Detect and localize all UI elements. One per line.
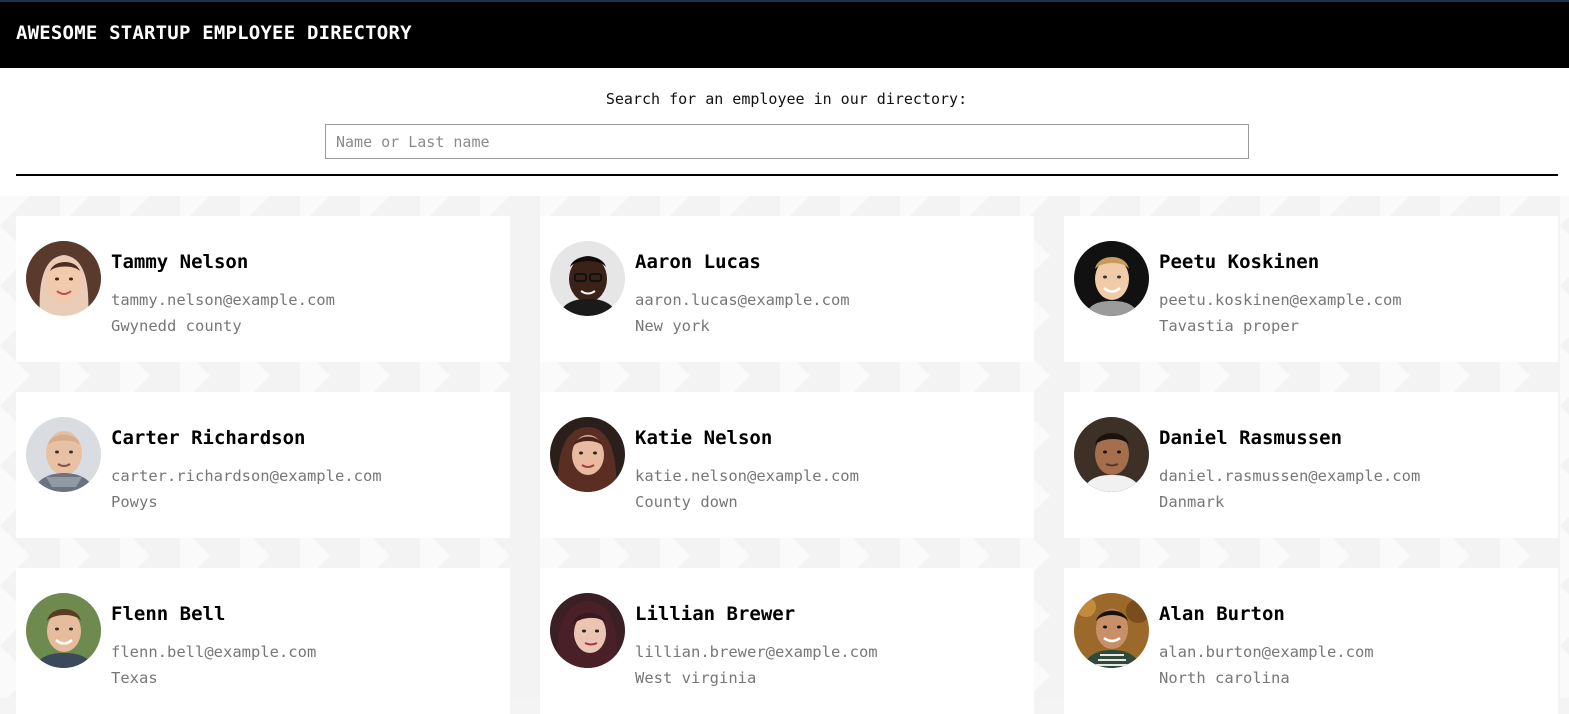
employee-card[interactable]: Tammy Nelson tammy.nelson@example.com Gw… bbox=[16, 216, 510, 362]
employee-name: Aaron Lucas bbox=[635, 251, 761, 273]
avatar bbox=[26, 241, 101, 316]
employee-location: Danmark bbox=[1159, 493, 1225, 511]
avatar bbox=[1074, 593, 1149, 668]
employee-name: Alan Burton bbox=[1159, 603, 1285, 625]
employee-location: Texas bbox=[111, 669, 158, 687]
employee-card[interactable]: Carter Richardson carter.richardson@exam… bbox=[16, 392, 510, 538]
employee-location: County down bbox=[635, 493, 738, 511]
employee-email: alan.burton@example.com bbox=[1159, 643, 1374, 661]
employee-card[interactable]: Lillian Brewer lillian.brewer@example.co… bbox=[540, 568, 1034, 714]
page-title: AWESOME STARTUP EMPLOYEE DIRECTORY bbox=[16, 22, 412, 44]
search-section: Search for an employee in our directory: bbox=[0, 68, 1569, 196]
employee-card[interactable]: Alan Burton alan.burton@example.com Nort… bbox=[1064, 568, 1558, 714]
avatar bbox=[550, 241, 625, 316]
employee-location: Powys bbox=[111, 493, 158, 511]
search-input[interactable] bbox=[325, 124, 1249, 159]
employee-name: Peetu Koskinen bbox=[1159, 251, 1320, 273]
employee-email: carter.richardson@example.com bbox=[111, 467, 382, 485]
employee-card[interactable]: Aaron Lucas aaron.lucas@example.com New … bbox=[540, 216, 1034, 362]
employee-location: West virginia bbox=[635, 669, 757, 687]
employee-name: Flenn Bell bbox=[111, 603, 226, 625]
search-label: Search for an employee in our directory: bbox=[605, 90, 968, 108]
avatar bbox=[550, 417, 625, 492]
employee-location: Tavastia proper bbox=[1159, 317, 1299, 335]
employee-card[interactable]: Daniel Rasmussen daniel.rasmussen@exampl… bbox=[1064, 392, 1558, 538]
employee-card[interactable]: Katie Nelson katie.nelson@example.com Co… bbox=[540, 392, 1034, 538]
employee-grid: Tammy Nelson tammy.nelson@example.com Gw… bbox=[0, 196, 1569, 714]
employee-name: Katie Nelson bbox=[635, 427, 773, 449]
employee-location: North carolina bbox=[1159, 669, 1290, 687]
employee-location: Gwynedd county bbox=[111, 317, 242, 335]
employee-email: peetu.koskinen@example.com bbox=[1159, 291, 1402, 309]
employee-email: flenn.bell@example.com bbox=[111, 643, 317, 661]
employee-name: Lillian Brewer bbox=[635, 603, 796, 625]
employee-email: daniel.rasmussen@example.com bbox=[1159, 467, 1421, 485]
employee-email: katie.nelson@example.com bbox=[635, 467, 859, 485]
employee-name: Carter Richardson bbox=[111, 427, 306, 449]
avatar bbox=[26, 593, 101, 668]
employee-card[interactable]: Flenn Bell flenn.bell@example.com Texas bbox=[16, 568, 510, 714]
employee-email: tammy.nelson@example.com bbox=[111, 291, 335, 309]
employee-card[interactable]: Peetu Koskinen peetu.koskinen@example.co… bbox=[1064, 216, 1558, 362]
avatar bbox=[26, 417, 101, 492]
app-header: AWESOME STARTUP EMPLOYEE DIRECTORY bbox=[0, 0, 1569, 68]
employee-email: lillian.brewer@example.com bbox=[635, 643, 878, 661]
avatar bbox=[1074, 417, 1149, 492]
employee-name: Daniel Rasmussen bbox=[1159, 427, 1343, 449]
avatar bbox=[1074, 241, 1149, 316]
divider bbox=[16, 174, 1558, 176]
employee-name: Tammy Nelson bbox=[111, 251, 249, 273]
avatar bbox=[550, 593, 625, 668]
employee-location: New york bbox=[635, 317, 710, 335]
employee-email: aaron.lucas@example.com bbox=[635, 291, 850, 309]
